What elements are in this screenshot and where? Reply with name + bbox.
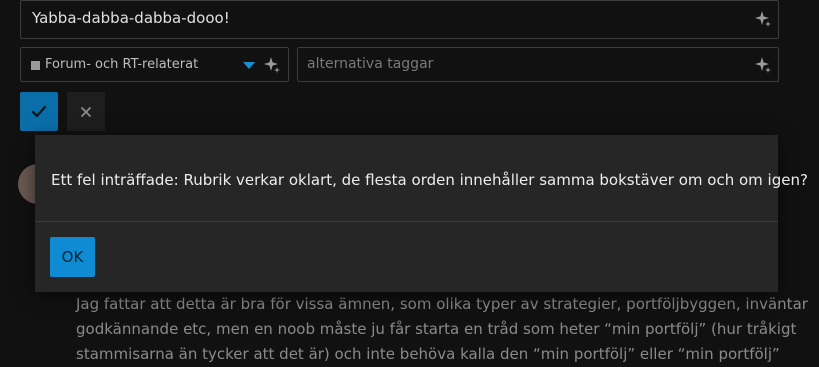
post-line: Jag fattar att detta är bra för vissa äm…: [76, 295, 808, 313]
sparkle-icon[interactable]: [754, 10, 772, 28]
post-body: Jag fattar att detta är bra för vissa äm…: [76, 292, 808, 367]
sparkle-icon[interactable]: [754, 56, 772, 74]
caret-down-icon[interactable]: [243, 62, 255, 69]
title-input-value: Yabba-dabba-dabba-dooo!: [32, 9, 230, 27]
title-input[interactable]: Yabba-dabba-dabba-dooo!: [20, 0, 779, 39]
sparkle-icon[interactable]: [263, 56, 281, 74]
error-message: Ett fel inträffade: Rubrik verkar oklart…: [51, 171, 808, 189]
category-select[interactable]: Forum- och RT-relaterat: [20, 47, 289, 82]
category-color-swatch: [31, 61, 40, 70]
close-icon: [81, 107, 91, 117]
dialog-divider: [35, 221, 778, 222]
cancel-edit-button[interactable]: [67, 92, 105, 131]
error-dialog: Ett fel inträffade: Rubrik verkar oklart…: [35, 135, 808, 292]
confirm-edit-button[interactable]: [20, 92, 58, 131]
tags-input[interactable]: alternativa taggar: [297, 47, 779, 82]
ok-button[interactable]: OK: [50, 237, 95, 277]
post-line: stammisarna än tycker att det är) och in…: [76, 345, 780, 363]
post-line: godkännande etc, men en noob måste ju få…: [76, 320, 797, 338]
category-label: Forum- och RT-relaterat: [45, 57, 199, 72]
tags-placeholder: alternativa taggar: [307, 56, 434, 72]
check-icon: [31, 105, 47, 118]
